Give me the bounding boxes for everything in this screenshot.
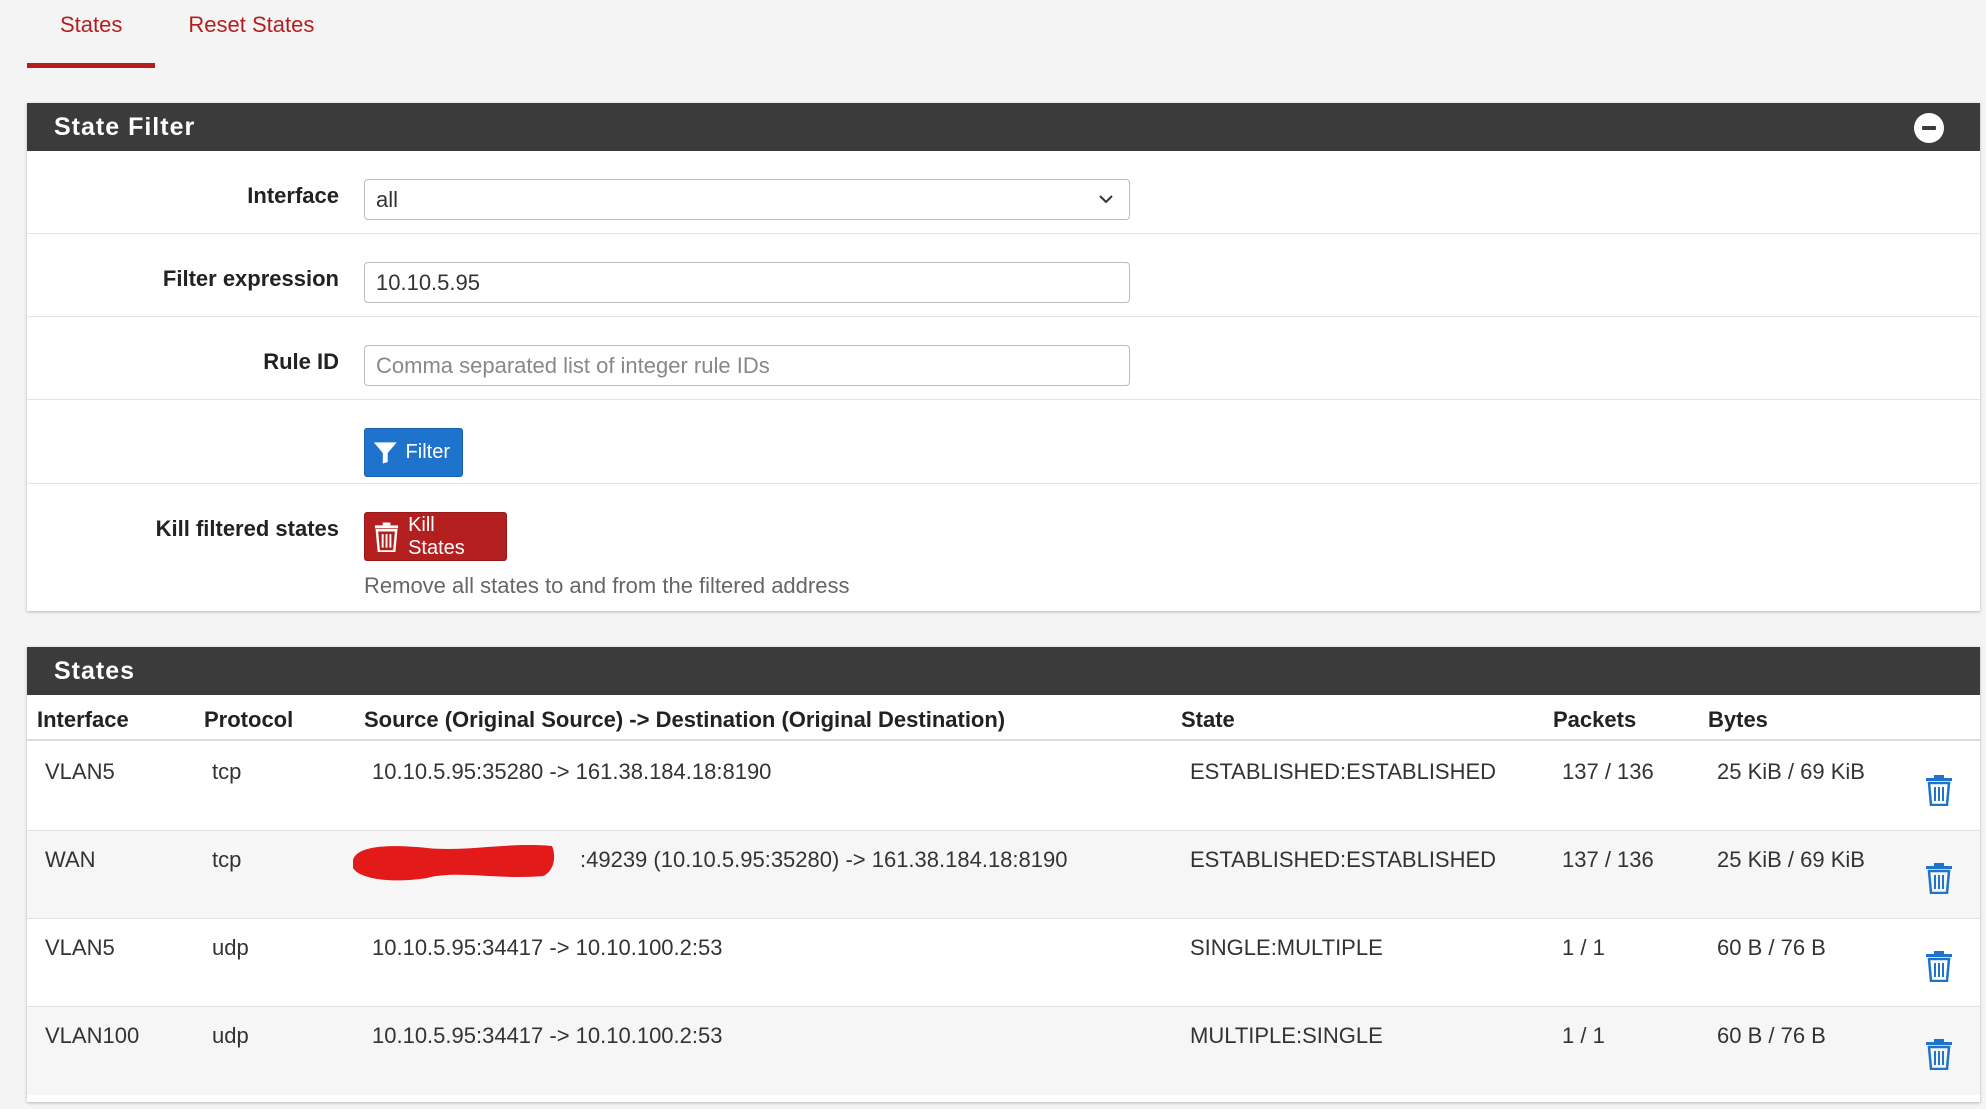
table-row: WAN tcp :49239 (10.10.5.95:35280) -> 161… [27, 831, 1980, 919]
cell-state: MULTIPLE:SINGLE [1190, 1023, 1383, 1048]
states-panel: States Interface Protocol Source (Origin… [27, 647, 1980, 1102]
cell-packets: 137 / 136 [1562, 847, 1654, 872]
cell-bytes: 25 KiB / 69 KiB [1717, 759, 1865, 784]
delete-state-icon[interactable] [1924, 862, 1954, 894]
table-header: Interface Protocol Source (Original Sour… [27, 695, 1980, 741]
redaction-mark [353, 845, 555, 881]
cell-protocol: udp [212, 935, 249, 960]
cell-interface: VLAN5 [45, 935, 115, 960]
state-filter-header: State Filter [27, 103, 1980, 151]
filter-expression-input[interactable]: 10.10.5.95 [364, 262, 1130, 303]
rule-id-label: Rule ID [263, 349, 339, 374]
cell-protocol: tcp [212, 759, 242, 784]
cell-state: ESTABLISHED:ESTABLISHED [1190, 847, 1497, 872]
filter-button[interactable]: Filter [364, 428, 463, 477]
kill-states-row: Kill filtered states Kill States Remove … [27, 484, 1980, 611]
kill-states-button[interactable]: Kill States [364, 512, 507, 561]
delete-state-icon[interactable] [1924, 1038, 1954, 1070]
tab-reset-states[interactable]: Reset States [155, 0, 347, 68]
interface-row: Interface all [27, 151, 1980, 234]
cell-packets: 1 / 1 [1562, 1023, 1605, 1048]
table-row: VLAN5 udp 10.10.5.95:34417 -> 10.10.100.… [27, 919, 1980, 1007]
kill-states-help: Remove all states to and from the filter… [364, 573, 850, 598]
cell-flow: :49239 (10.10.5.95:35280) -> 161.38.184.… [580, 847, 1068, 872]
cell-flow: 10.10.5.95:35280 -> 161.38.184.18:8190 [372, 759, 772, 784]
collapse-icon[interactable] [1914, 113, 1944, 143]
table-row: VLAN100 udp 10.10.5.95:34417 -> 10.10.10… [27, 1007, 1980, 1095]
chevron-down-icon [1099, 195, 1113, 204]
cell-packets: 137 / 136 [1562, 759, 1654, 784]
rule-id-row: Rule ID Comma separated list of integer … [27, 317, 1980, 400]
cell-bytes: 60 B / 76 B [1717, 1023, 1826, 1048]
filter-expression-row: Filter expression 10.10.5.95 [27, 234, 1980, 317]
funnel-icon [373, 441, 397, 464]
cell-packets: 1 / 1 [1562, 935, 1605, 960]
cell-state: SINGLE:MULTIPLE [1190, 935, 1383, 960]
rule-id-input[interactable]: Comma separated list of integer rule IDs [364, 345, 1130, 386]
cell-flow: 10.10.5.95:34417 -> 10.10.100.2:53 [372, 935, 723, 960]
col-interface[interactable]: Interface [37, 707, 129, 733]
kill-states-label: Kill filtered states [155, 516, 339, 541]
states-header: States [27, 647, 1980, 695]
filter-button-row: Filter [27, 400, 1980, 484]
interface-select-value: all [376, 186, 399, 212]
filter-button-label: Filter [405, 441, 450, 463]
table-row: VLAN5 tcp 10.10.5.95:35280 -> 161.38.184… [27, 743, 1980, 831]
cell-interface: VLAN5 [45, 759, 115, 784]
tab-states[interactable]: States [27, 0, 156, 68]
col-state[interactable]: State [1181, 707, 1235, 733]
state-filter-title: State Filter [54, 112, 196, 141]
cell-interface: VLAN100 [45, 1023, 140, 1048]
delete-state-icon[interactable] [1924, 774, 1954, 806]
interface-label: Interface [247, 183, 339, 208]
filter-expression-label: Filter expression [162, 266, 339, 291]
cell-bytes: 60 B / 76 B [1717, 935, 1826, 960]
interface-select[interactable]: all [364, 179, 1130, 220]
cell-protocol: udp [212, 1023, 249, 1048]
col-packets[interactable]: Packets [1553, 707, 1636, 733]
cell-protocol: tcp [212, 847, 242, 872]
cell-bytes: 25 KiB / 69 KiB [1717, 847, 1865, 872]
col-bytes[interactable]: Bytes [1708, 707, 1768, 733]
trash-icon [374, 522, 399, 552]
cell-state: ESTABLISHED:ESTABLISHED [1190, 759, 1497, 784]
tab-bar: States Reset States [27, 0, 347, 68]
state-filter-panel: State Filter Interface all Filter expres… [27, 103, 1980, 611]
cell-flow: 10.10.5.95:34417 -> 10.10.100.2:53 [372, 1023, 723, 1048]
col-protocol[interactable]: Protocol [204, 707, 293, 733]
delete-state-icon[interactable] [1924, 950, 1954, 982]
col-source-destination[interactable]: Source (Original Source) -> Destination … [364, 707, 1005, 733]
states-title: States [54, 656, 136, 685]
kill-states-button-label: Kill States [408, 513, 465, 559]
cell-interface: WAN [45, 847, 96, 872]
